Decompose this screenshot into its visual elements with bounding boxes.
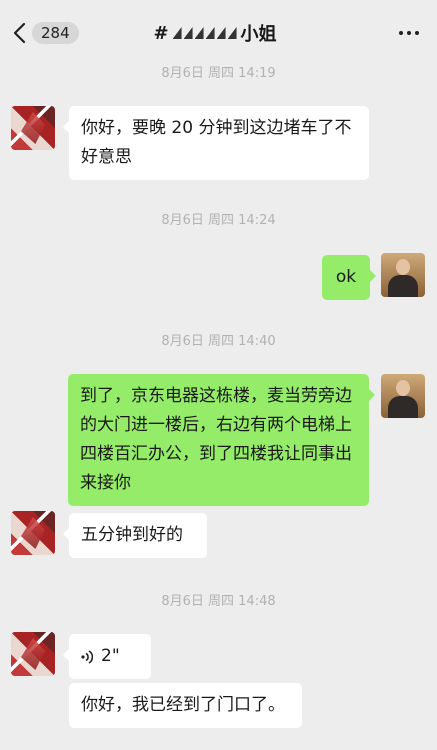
- timestamp: 8月6日 周四 14:40: [161, 334, 276, 349]
- contact-avatar[interactable]: [11, 106, 55, 150]
- chat-header: 284 # 小姐: [0, 0, 437, 62]
- message-bubble-contact[interactable]: 你好，要晚 20 分钟到这边堵车了不好意思: [63, 106, 369, 180]
- contact-avatar[interactable]: [11, 511, 55, 555]
- more-dots-icon: [399, 31, 419, 35]
- voice-wave-icon: [81, 649, 93, 664]
- back-button[interactable]: 284: [12, 19, 82, 47]
- my-avatar[interactable]: [381, 253, 425, 297]
- voice-message-bubble[interactable]: 2": [63, 634, 151, 679]
- chevron-left-icon: [13, 22, 26, 44]
- title-prefix: #: [153, 22, 169, 44]
- timestamp: 8月6日 周四 14:19: [161, 66, 276, 81]
- unread-count-badge: 284: [32, 22, 79, 44]
- title-suffix: 小姐: [240, 24, 277, 45]
- message-bubble-contact[interactable]: 五分钟到好的: [63, 513, 207, 558]
- timestamp: 8月6日 周四 14:24: [161, 213, 276, 228]
- timestamp: 8月6日 周四 14:48: [161, 594, 276, 609]
- message-bubble-me[interactable]: ok: [322, 255, 376, 300]
- more-button[interactable]: [395, 22, 423, 44]
- message-bubble-contact[interactable]: 你好，我已经到了门口了。: [69, 683, 302, 728]
- redaction-mark: [172, 27, 237, 39]
- my-avatar[interactable]: [381, 374, 425, 418]
- message-bubble-me[interactable]: 到了，京东电器这栋楼，麦当劳旁边的大门进一楼后，右边有两个电梯上四楼百汇办公，到…: [68, 374, 375, 506]
- chat-title: # 小姐: [95, 19, 335, 47]
- voice-duration: 2": [101, 646, 120, 666]
- contact-avatar[interactable]: [11, 632, 55, 676]
